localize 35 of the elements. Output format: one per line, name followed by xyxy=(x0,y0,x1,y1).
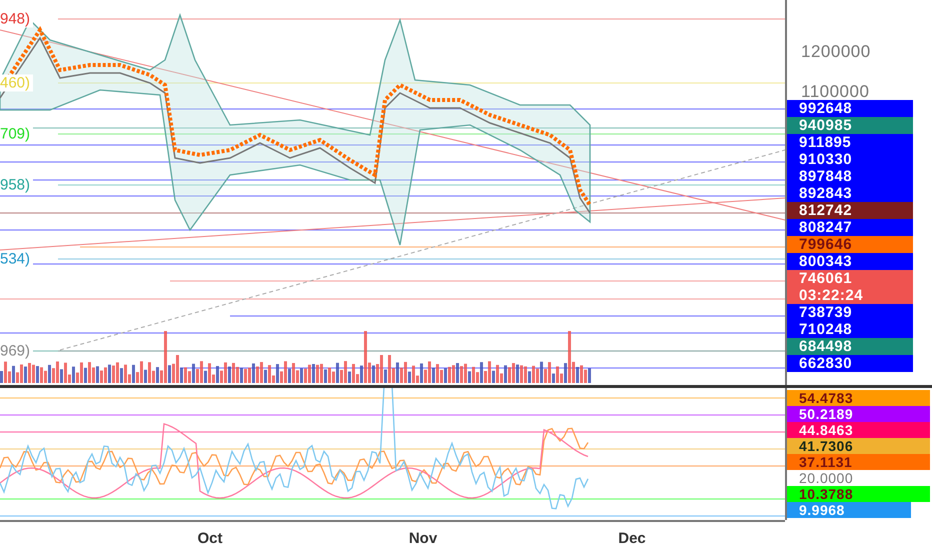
oscillator-tag: 54.4783 xyxy=(787,390,930,406)
oscillator-tag: 41.7306 xyxy=(787,438,930,454)
axis-tick-label: 20.0000 xyxy=(798,470,854,486)
indicator-value: 948) xyxy=(0,10,34,28)
price-tag: 662830 xyxy=(787,355,913,372)
oscillator-tag: 9.9968 xyxy=(787,502,911,518)
oscillator-tag: 44.8463 xyxy=(787,422,930,438)
price-tag: 897848 xyxy=(787,168,913,185)
price-tag: 684498 xyxy=(787,338,913,355)
time-axis-label: Oct xyxy=(198,530,222,547)
indicator-value: 958) xyxy=(0,176,34,194)
price-tag: 03:22:24 xyxy=(787,287,913,304)
price-tag: 800343 xyxy=(787,253,913,270)
price-tag: 940985 xyxy=(787,117,913,134)
price-tag: 710248 xyxy=(787,321,913,338)
indicator-value: 460) xyxy=(0,74,34,92)
oscillator-tag: 10.3788 xyxy=(787,486,930,502)
price-tag: 812742 xyxy=(787,202,913,219)
price-tag: 992648 xyxy=(787,100,913,117)
oscillator-tag: 37.1131 xyxy=(787,454,930,470)
time-axis-label: Nov xyxy=(408,530,438,547)
time-axis-label: Dec xyxy=(618,530,646,547)
indicator-value: 534) xyxy=(0,250,34,268)
axis-tick-label: 1200000 xyxy=(801,42,871,62)
price-tag: 799646 xyxy=(787,236,913,253)
indicator-value: 709) xyxy=(0,126,34,142)
axis-tick-label: 1100000 xyxy=(801,82,870,102)
price-tag: 910330 xyxy=(787,151,913,168)
price-tag: 911895 xyxy=(787,134,913,151)
price-tag: 808247 xyxy=(787,219,913,236)
price-tag: 746061 xyxy=(787,270,913,287)
price-tag: 738739 xyxy=(787,304,913,321)
oscillator-tag: 50.2189 xyxy=(787,406,930,422)
indicator-value: 969) xyxy=(0,342,34,360)
price-tag: 892843 xyxy=(787,185,913,202)
